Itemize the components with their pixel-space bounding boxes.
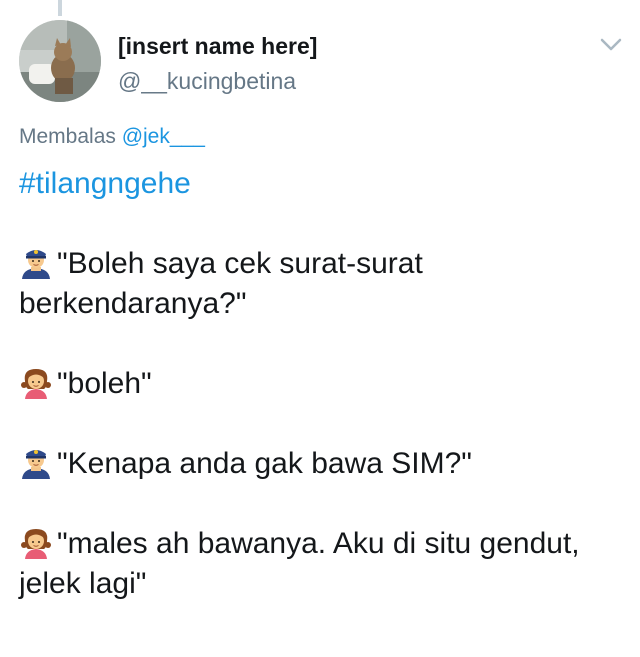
girl-icon [21,369,51,399]
hashtag-link[interactable]: #tilangngehe [19,164,619,204]
police-officer-icon [22,450,50,479]
dialogue-line: "Kenapa anda gak bawa SIM?" [19,444,619,484]
dialogue-line: "males ah bawanya. Aku di situ gendut, j… [19,524,619,604]
dialogue-line: "boleh" [19,364,619,404]
dialogue-text: "Boleh saya cek surat-surat berkendarany… [19,247,423,320]
cat-avatar-image [19,20,101,102]
dialogue-text: "males ah bawanya. Aku di situ gendut, j… [19,527,580,600]
dialogue-text: "boleh" [57,367,152,400]
avatar[interactable] [19,20,101,102]
dialogue-line: "Boleh saya cek surat-surat berkendarany… [19,244,619,324]
display-name[interactable]: [insert name here] [118,33,317,60]
police-officer-icon [22,250,50,279]
girl-icon [21,529,51,559]
reply-prefix: Membalas [19,125,122,148]
reply-context: Membalas @jek___ [19,125,205,149]
chevron-down-icon[interactable] [600,38,622,52]
tweet-text: #tilangngehe "Boleh saya cek surat-surat… [19,164,619,604]
user-handle[interactable]: @__kucingbetina [118,68,296,95]
reply-to-mention-link[interactable]: @jek___ [122,125,205,148]
thread-connector-line [58,0,62,16]
dialogue-text: "Kenapa anda gak bawa SIM?" [57,447,472,480]
